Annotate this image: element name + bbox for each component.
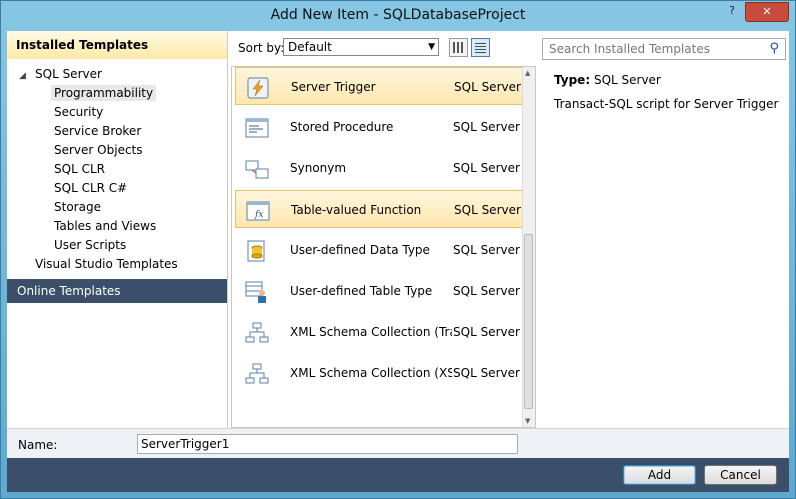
- template-name: Server Trigger: [291, 80, 376, 94]
- template-item-stored-procedure[interactable]: Stored Procedure SQL Server: [235, 108, 523, 146]
- search-icon[interactable]: ⚲: [769, 41, 779, 56]
- template-list: Server Trigger SQL Server Stored Procedu…: [231, 66, 536, 428]
- template-name: Stored Procedure: [290, 120, 394, 134]
- template-type: SQL Server: [453, 120, 520, 134]
- title-bar: Add New Item - SQLDatabaseProject ? ✕: [1, 1, 795, 31]
- window-title: Add New Item - SQLDatabaseProject: [270, 7, 526, 23]
- tree-item-sql-clr[interactable]: SQL CLR: [7, 160, 227, 179]
- help-button[interactable]: ?: [719, 2, 745, 20]
- sort-toolbar: Sort by: Default ▼: [231, 31, 536, 61]
- tree-item-programmability[interactable]: Programmability: [7, 84, 227, 103]
- cancel-button[interactable]: Cancel: [704, 465, 777, 485]
- template-name: User-defined Data Type: [290, 243, 430, 257]
- template-type: SQL Server: [453, 284, 520, 298]
- add-new-item-dialog: Add New Item - SQLDatabaseProject ? ✕ In…: [0, 0, 796, 499]
- template-item-synonym[interactable]: Synonym SQL Server: [235, 149, 523, 187]
- procedure-icon: [245, 118, 269, 138]
- template-name: XML Schema Collection (Tra...: [290, 325, 452, 339]
- template-item-user-defined-table-type[interactable]: User-defined Table Type SQL Server: [235, 272, 523, 310]
- template-name: User-defined Table Type: [290, 284, 433, 298]
- tree-item-service-broker[interactable]: Service Broker: [7, 122, 227, 141]
- sort-by-dropdown[interactable]: Default ▼: [283, 38, 439, 56]
- chevron-down-icon: ▼: [428, 42, 435, 52]
- template-type: SQL Server: [453, 325, 520, 339]
- dialog-content: Installed Templates ◢ SQL Server Programm…: [7, 31, 789, 492]
- grid-view-icon: [453, 42, 464, 53]
- details-pane: Search Installed Templates ⚲ Type: SQL S…: [541, 31, 789, 428]
- xml-schema-icon: [245, 322, 269, 343]
- add-button[interactable]: Add: [623, 465, 696, 485]
- tree-item-sql-clr-csharp[interactable]: SQL CLR C#: [7, 179, 227, 198]
- template-name: Synonym: [290, 161, 347, 175]
- scrollbar-thumb[interactable]: [524, 234, 533, 409]
- template-categories-pane: Installed Templates ◢ SQL Server Programm…: [7, 31, 228, 428]
- template-item-user-defined-data-type[interactable]: User-defined Data Type SQL Server: [235, 231, 523, 269]
- svg-text:fx: fx: [254, 210, 263, 220]
- template-description: Transact-SQL script for Server Trigger: [554, 97, 779, 111]
- templates-pane: Sort by: Default ▼ Server Trigger SQL Ser…: [231, 31, 536, 428]
- tree-item-security[interactable]: Security: [7, 103, 227, 122]
- tree-item-tables-and-views[interactable]: Tables and Views: [7, 217, 227, 236]
- small-icons-view-button[interactable]: [449, 38, 468, 57]
- template-item-xml-schema-collection-xsd[interactable]: XML Schema Collection (XSD) SQL Server: [235, 354, 523, 392]
- search-box[interactable]: Search Installed Templates ⚲: [542, 38, 786, 60]
- template-name: XML Schema Collection (XSD): [290, 366, 452, 380]
- name-label: Name:: [18, 438, 58, 452]
- lightning-script-icon: [247, 77, 269, 99]
- expanded-arrow-icon[interactable]: ◢: [19, 67, 35, 86]
- online-templates-header[interactable]: Online Templates: [7, 279, 227, 303]
- template-type: SQL Server: [453, 161, 520, 175]
- table-type-icon: [245, 281, 266, 303]
- tree-item-server-objects[interactable]: Server Objects: [7, 141, 227, 160]
- template-type: SQL Server: [453, 243, 520, 257]
- template-list-scrollbar[interactable]: ▲ ▼: [522, 67, 535, 427]
- tree-item-visual-studio-templates[interactable]: Visual Studio Templates: [7, 255, 227, 274]
- function-icon: fx: [246, 201, 270, 221]
- scroll-up-icon[interactable]: ▲: [525, 69, 530, 77]
- tree-item-sql-server[interactable]: ◢ SQL Server: [7, 65, 227, 84]
- template-item-table-valued-function[interactable]: fx Table-valued Function SQL Server: [235, 190, 523, 228]
- sort-by-label: Sort by:: [238, 41, 285, 55]
- template-item-server-trigger[interactable]: Server Trigger SQL Server: [235, 67, 523, 105]
- synonym-icon: [245, 160, 269, 179]
- template-type: SQL Server: [454, 80, 521, 94]
- template-type-info: Type: SQL Server: [554, 73, 661, 87]
- data-type-icon: [247, 240, 265, 262]
- close-button[interactable]: ✕: [745, 2, 789, 22]
- xml-schema-icon: [245, 363, 269, 384]
- template-type: SQL Server: [454, 203, 521, 217]
- list-view-icon: [475, 42, 486, 53]
- template-tree: ◢ SQL Server Programmability Security Ser…: [7, 59, 227, 274]
- tree-item-user-scripts[interactable]: User Scripts: [7, 236, 227, 255]
- scroll-down-icon[interactable]: ▼: [525, 417, 530, 425]
- search-input[interactable]: Search Installed Templates: [549, 42, 710, 56]
- template-name: Table-valued Function: [291, 203, 422, 217]
- name-bar: Name: ServerTrigger1: [7, 428, 789, 459]
- template-item-xml-schema-collection-tra[interactable]: XML Schema Collection (Tra... SQL Server: [235, 313, 523, 351]
- template-type: SQL Server: [453, 366, 520, 380]
- installed-templates-header[interactable]: Installed Templates: [7, 31, 227, 59]
- list-view-button[interactable]: [471, 38, 490, 57]
- tree-item-storage[interactable]: Storage: [7, 198, 227, 217]
- dialog-button-bar: Add Cancel: [7, 458, 789, 492]
- name-input[interactable]: ServerTrigger1: [137, 434, 518, 454]
